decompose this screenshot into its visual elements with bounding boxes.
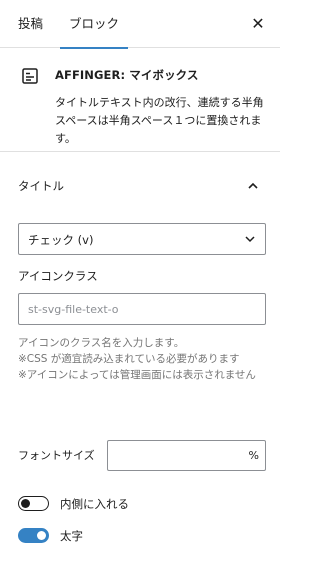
icon-class-label: アイコンクラス xyxy=(18,269,98,283)
help-line: ※CSS が適宜読み込まれている必要があります xyxy=(18,353,240,365)
chevron-down-icon xyxy=(245,236,255,243)
chevron-up-icon[interactable] xyxy=(245,178,261,194)
tab-block[interactable]: ブロック xyxy=(60,0,128,49)
title-icon-select[interactable]: チェック (v) xyxy=(18,223,266,255)
close-icon[interactable]: ✕ xyxy=(248,14,268,34)
toggle-switch[interactable] xyxy=(18,528,49,543)
toggle-label: 内側に入れる xyxy=(60,497,129,511)
help-line: アイコンのクラス名を入力します。 xyxy=(18,337,185,349)
sidebar-tabs: 投稿 ブロック ✕ xyxy=(0,0,280,49)
block-card: AFFINGER: マイボックス タイトルテキスト内の改行、連続する半角スペース… xyxy=(0,48,280,152)
card-icon xyxy=(22,68,38,84)
font-size-unit: % xyxy=(248,449,259,462)
toggle-switch[interactable] xyxy=(18,496,49,511)
block-title: AFFINGER: マイボックス xyxy=(55,68,199,82)
select-value: チェック (v) xyxy=(28,233,94,247)
block-description: タイトルテキスト内の改行、連続する半角スペースは半角スペース１つに置換されます。 xyxy=(55,96,264,145)
tab-post[interactable]: 投稿 xyxy=(18,0,43,48)
toggle-label: 太字 xyxy=(60,529,83,543)
panel-title[interactable]: タイトル xyxy=(18,178,64,194)
icon-class-field[interactable] xyxy=(18,293,266,325)
font-size-label: フォントサイズ xyxy=(18,449,95,462)
icon-class-input[interactable] xyxy=(19,294,265,324)
icon-class-help: アイコンのクラス名を入力します。 ※CSS が適宜読み込まれている必要があります… xyxy=(18,335,268,383)
font-size-input[interactable]: % xyxy=(107,440,266,471)
help-line: ※アイコンによっては管理画面には表示されません xyxy=(18,369,256,381)
